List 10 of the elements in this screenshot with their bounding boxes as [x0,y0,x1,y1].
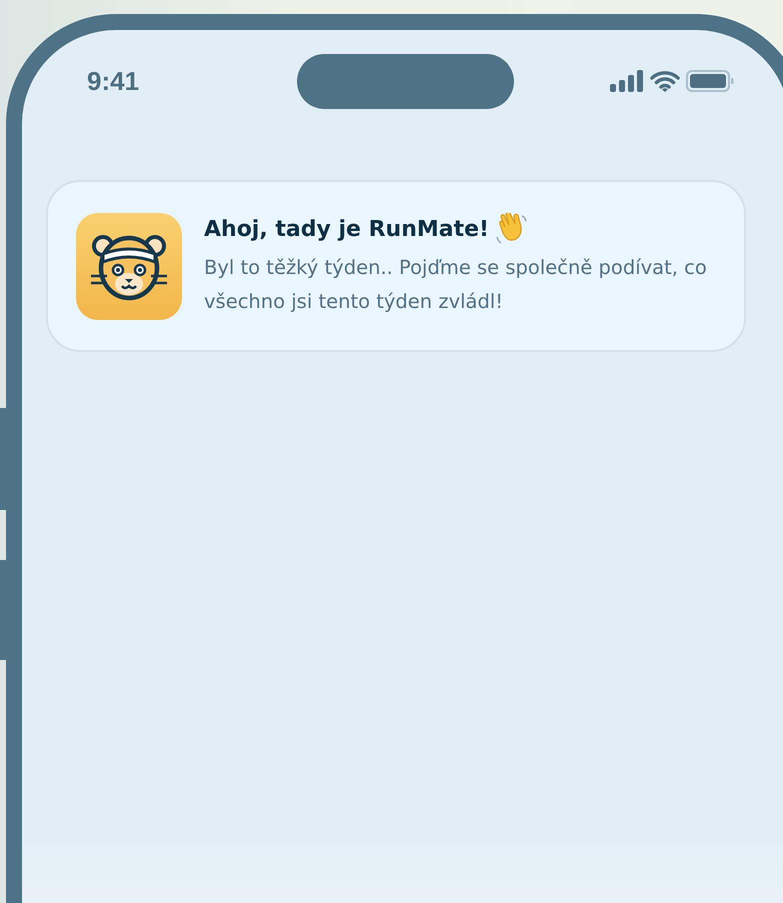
side-button[interactable] [0,408,7,510]
wifi-icon [650,70,680,92]
notification-message: Byl to těžký týden.. Pojďme se společně podívat, co všechno jsi tento týden zvládl! [204,255,708,315]
notification-title: Ahoj, tady je RunMate! [204,216,490,242]
waving-hand-icon [495,213,530,245]
notification-card[interactable]: Ahoj, tady je RunMate! Byl to těžký týden.. Pojďme se společně podívat, co všechno jsi tento týden zvládl! [46,180,746,352]
battery-icon [686,70,734,92]
side-button[interactable] [0,560,7,660]
status-time: 9:41 [87,66,140,96]
signal-icon [610,70,644,92]
